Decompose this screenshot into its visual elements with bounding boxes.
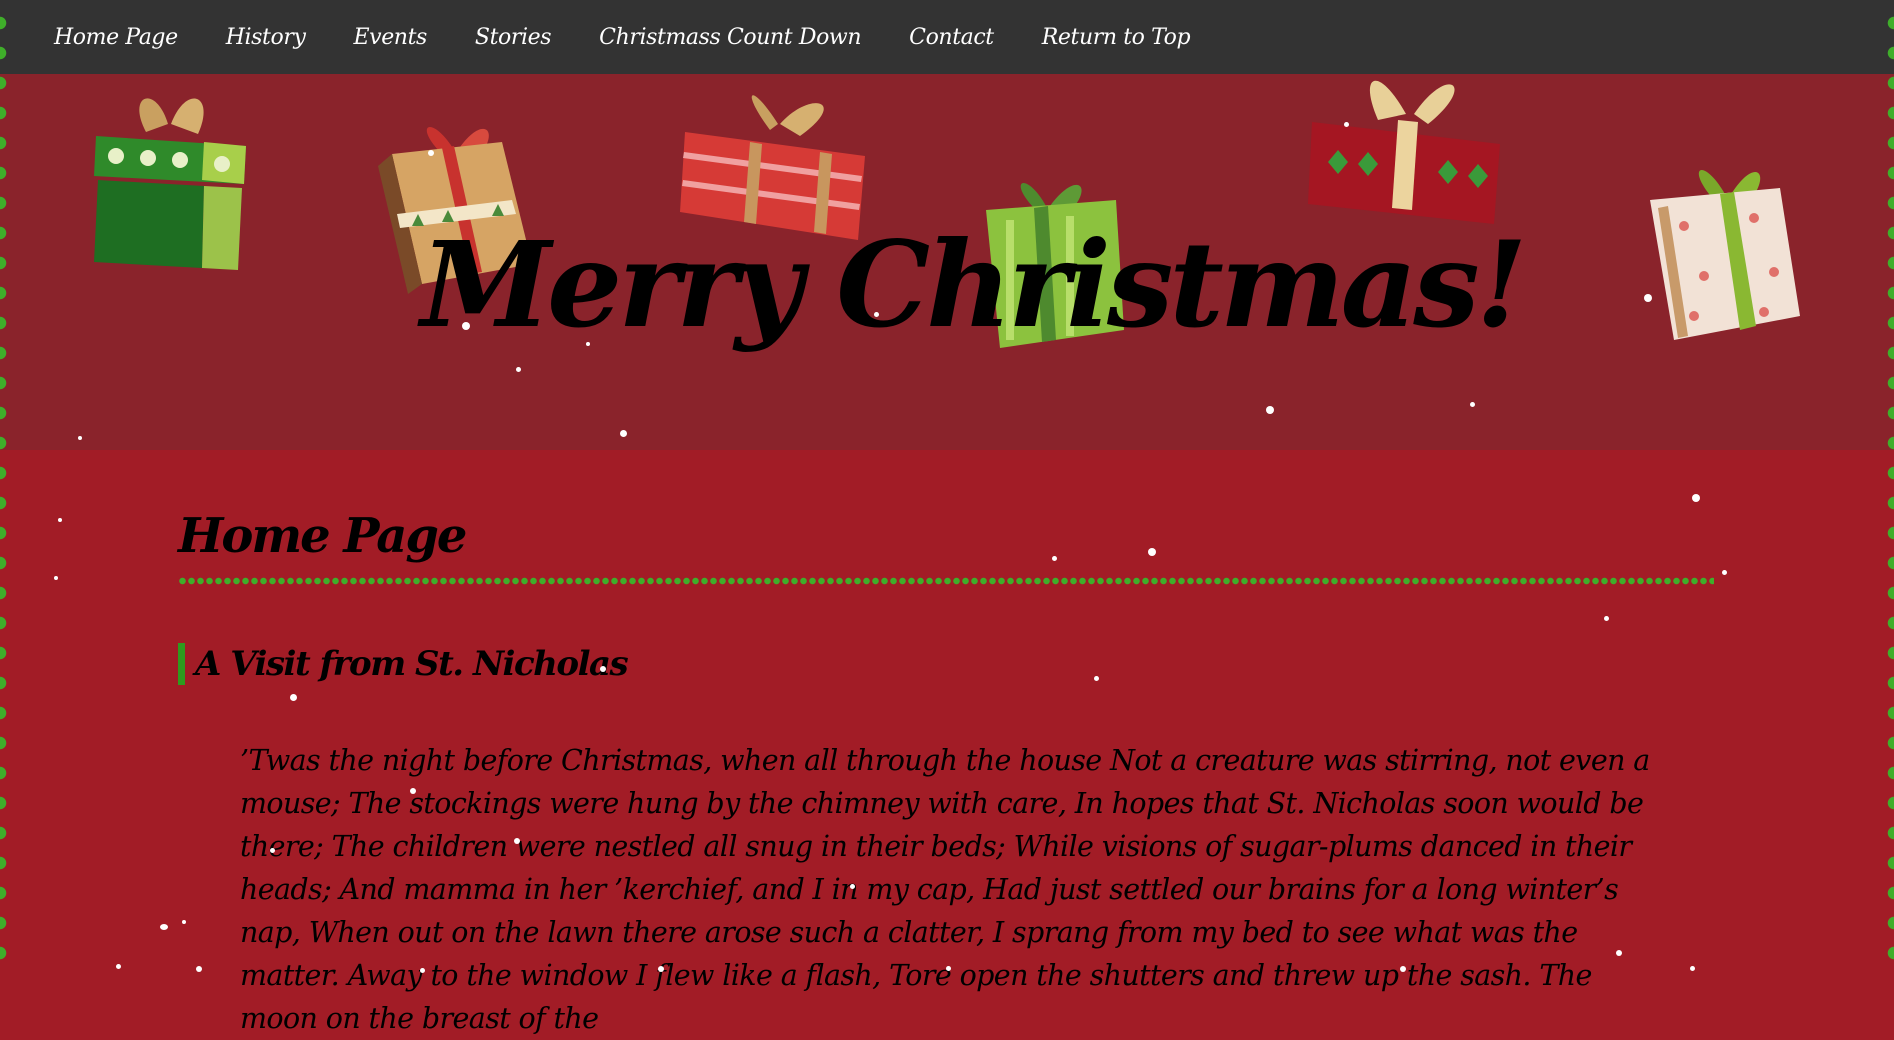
nav-item-events[interactable]: Events [354,25,428,50]
snowflake-icon [54,576,58,580]
left-dotted-border [0,0,8,973]
top-navigation: Home Page History Events Stories Christm… [0,0,1894,74]
page-title: Home Page [178,508,467,564]
nav-item-christmass-count-down[interactable]: Christmass Count Down [599,25,861,50]
dotted-divider [178,576,1714,585]
nav-list: Home Page History Events Stories Christm… [0,25,1238,50]
nav-item-return-to-top[interactable]: Return to Top [1042,25,1191,50]
snowflake-icon [116,964,121,969]
snowflake-icon [1722,570,1727,575]
right-dotted-border [1886,0,1894,973]
gift-icon [1308,80,1500,224]
hero-title: Merry Christmas! [420,215,1528,354]
nav-item-home-page[interactable]: Home Page [54,25,178,50]
nav-item-history[interactable]: History [226,25,306,50]
section-subheading: A Visit from St. Nicholas [178,642,1714,686]
snowflake-icon [58,518,62,522]
main-content: Home Page A Visit from St. Nicholas ’Twa… [178,450,1714,1040]
snowflake-icon [160,924,168,930]
nav-item-contact[interactable]: Contact [909,25,994,50]
nav-item-stories[interactable]: Stories [475,25,552,50]
poem-text: ’Twas the night before Christmas, when a… [240,744,1650,1036]
hero-banner: Merry Christmas! [0,74,1894,450]
